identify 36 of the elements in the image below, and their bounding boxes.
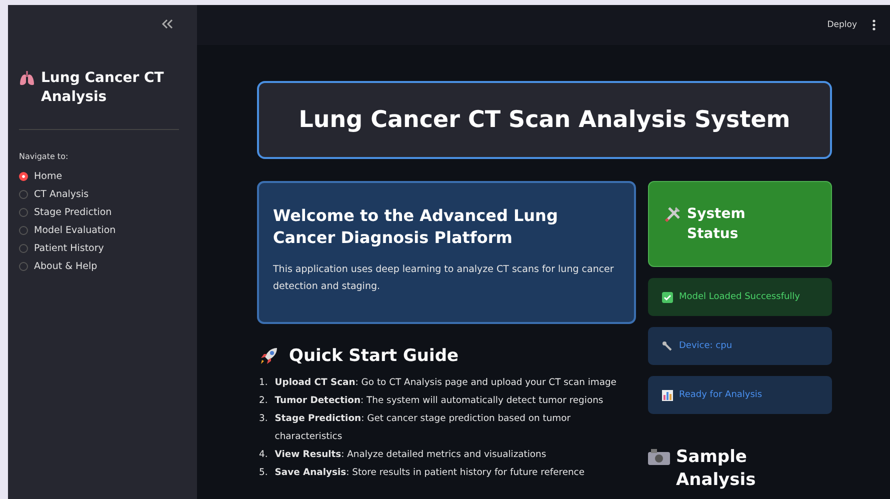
lungs-icon — [19, 71, 35, 86]
nav-radio-option[interactable]: Stage Prediction — [19, 203, 183, 221]
nav-radio-option[interactable]: Model Evaluation — [19, 221, 183, 239]
tools-icon — [665, 206, 681, 222]
deploy-button[interactable]: Deploy — [824, 17, 860, 33]
step-number: 4. — [259, 448, 268, 462]
title-banner: Lung Cancer CT Scan Analysis System — [257, 81, 832, 159]
status-heading: System Status — [687, 205, 746, 244]
step-text: View Results: Analyze detailed metrics and visualizations — [274, 448, 546, 462]
sidebar-title: Lung Cancer CT Analysis — [41, 69, 165, 107]
sample-heading: Sample Analysis — [676, 446, 756, 492]
nav-label: Navigate to: — [19, 152, 70, 161]
nav-radio-option[interactable]: About & Help — [19, 257, 183, 275]
check-icon — [662, 292, 673, 302]
menu-icon[interactable] — [872, 19, 876, 31]
step-number: 2. — [259, 394, 268, 408]
wrench-icon — [662, 340, 673, 352]
nav-radio-option[interactable]: Home — [19, 167, 183, 185]
status-alert: Device: cpu — [648, 327, 832, 365]
step-text: Upload CT Scan: Go to CT Analysis page and upload your CT scan image — [274, 376, 616, 390]
rocket-icon — [259, 346, 279, 366]
bar-chart-icon — [662, 390, 673, 400]
welcome-heading: Welcome to the Advanced Lung Cancer Diagnosis Platform — [273, 205, 559, 249]
camera-icon — [648, 449, 670, 465]
welcome-text: This application uses deep learning to analyze CT scans for lung cancer detection and staging. — [273, 263, 615, 294]
guide-heading: Quick Start Guide — [289, 346, 459, 366]
nav-radio-option[interactable]: CT Analysis — [19, 185, 183, 203]
step-text: Stage Prediction: Get cancer stage prediction based on tumor characteristics — [274, 412, 572, 444]
step-text: Save Analysis: Store results in patient history for future reference — [274, 466, 584, 480]
step-number: 1. — [259, 376, 268, 390]
step-text: Tumor Detection: The system will automatically detect tumor regions — [274, 394, 604, 408]
status-alert: Ready for Analysis — [648, 376, 832, 414]
step-number: 3. — [259, 412, 268, 426]
status-alert: Model Loaded Successfully — [648, 278, 832, 316]
step-number: 5. — [259, 466, 268, 480]
nav-radio-option[interactable]: Patient History — [19, 239, 183, 257]
